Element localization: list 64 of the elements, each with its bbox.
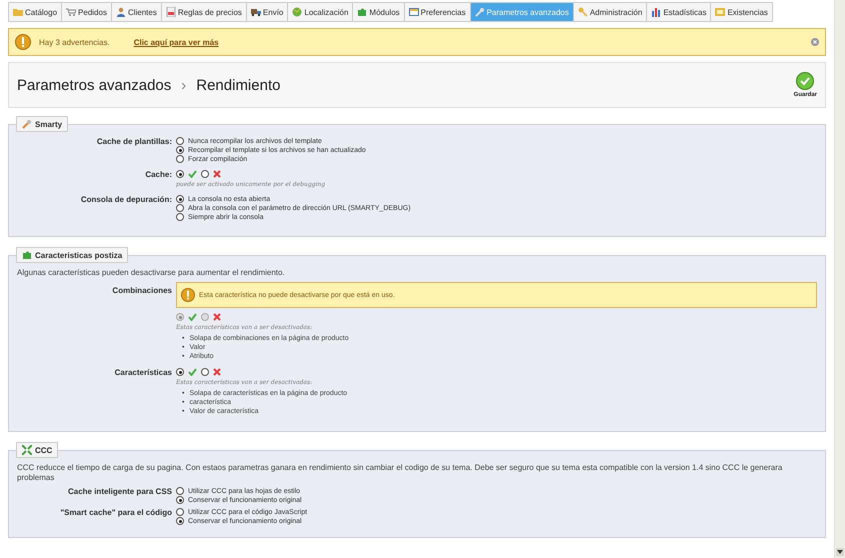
check-circle-icon [796,72,814,90]
field-label: Combinaciones [111,285,172,297]
radio-button[interactable] [176,170,184,178]
nav-tab[interactable]: Estadísticas [647,2,712,22]
legend-title: CCC [35,446,52,454]
scrollbar[interactable] [834,0,845,558]
key-icon [578,7,588,17]
check-icon [188,170,197,178]
legend-title: Caracteristicas postiza [35,250,122,260]
window-icon [408,7,419,17]
nav-tab[interactable]: Reglas de precios [162,2,247,22]
caret-down-icon[interactable] [837,550,843,554]
close-icon[interactable] [811,38,819,46]
intro-text: Algunas características pueden desactivarse para aumentar el rendimiento. [17,268,286,278]
bar-chart-icon [651,7,662,17]
document-icon [166,7,176,17]
radio-button[interactable] [176,204,184,212]
warning-icon [181,288,195,302]
breadcrumb-separator: › [181,76,186,94]
alert-text: Hay 3 advertencias. [39,38,110,46]
nav-tab[interactable]: Envío [246,2,288,22]
cross-icon [213,368,221,376]
field-label: "Smart cache" para el código [59,508,172,519]
nav-tab[interactable]: Clientes [112,2,162,22]
cross-icon [213,313,221,321]
radio-button[interactable] [176,155,184,163]
radio-button[interactable] [176,517,184,525]
field-label: Cache inteligente para CSS [66,487,172,498]
field-label: Características [114,368,172,379]
field-label: Cache: [144,170,172,181]
radio-button[interactable] [176,487,184,495]
nav-tab[interactable]: Catálogo [8,2,62,22]
page-title: Rendimiento [196,76,280,94]
nav-tab[interactable]: Módulos [353,2,405,22]
field-label: Cache de plantillas: [96,137,172,148]
user-icon [116,7,126,17]
nav-tab[interactable]: Pedidos [62,2,112,22]
cross-icon [213,170,221,178]
radio-button[interactable] [176,137,184,145]
nav-tab[interactable]: Existencias [711,2,773,22]
radio-button[interactable] [176,508,184,516]
radio-button[interactable] [201,368,209,376]
cart-icon [66,7,76,17]
radio-button[interactable] [201,170,209,178]
radio-button[interactable] [176,195,184,203]
check-icon [188,368,197,376]
nav-tab[interactable]: Administración [574,2,648,22]
globe-icon [292,7,302,17]
breadcrumb-section: Parametros avanzados [17,76,172,94]
radio-button[interactable] [176,496,184,504]
radio-button[interactable] [176,146,184,154]
radio-button[interactable] [176,368,184,376]
field-label: Consola de depuración: [80,195,172,206]
nav-tab[interactable]: Localización [288,2,354,22]
warning-icon [15,34,31,50]
alert-link[interactable]: Clic aquí para ver más [134,38,219,46]
radio-button[interactable] [176,213,184,221]
intro-text: CCC reducce el tiempo de carga de su pagina. Con estaos parametras ganara en rendimiento sin cambiar el codigo de su tema. Debe ser seguro que su tema esta compatible con la version 1.4 sino CCC le generara problemas [17,463,784,483]
legend-title: Smarty [35,120,62,128]
wrench-icon [474,7,485,17]
check-icon [188,313,197,321]
truck-icon [250,7,261,17]
wrench-icon [22,119,32,129]
nav-tab[interactable]: Preferencias [404,2,471,22]
